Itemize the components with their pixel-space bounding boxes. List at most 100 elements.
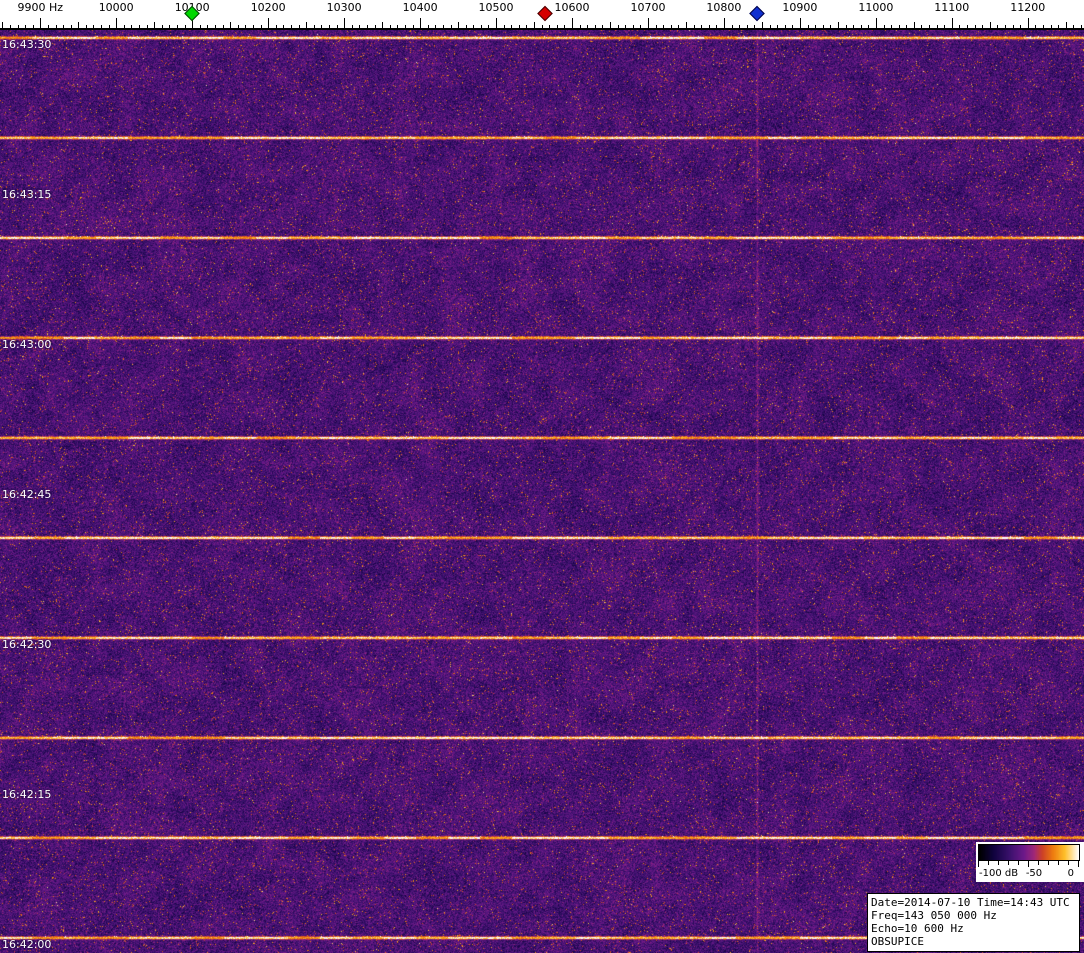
freq-tick — [321, 25, 323, 28]
colorbar-tick — [998, 861, 999, 865]
colorbar-ticks — [978, 861, 1080, 868]
freq-tick — [55, 25, 57, 28]
freq-tick — [1073, 25, 1075, 28]
freq-tick — [169, 25, 171, 28]
freq-tick — [731, 25, 733, 28]
freq-tick — [686, 22, 687, 28]
freq-tick-label: 10300 — [326, 1, 362, 14]
freq-tick — [245, 25, 247, 28]
freq-tick — [670, 25, 672, 28]
freq-tick — [351, 25, 353, 28]
freq-tick — [47, 25, 49, 28]
freq-tick — [473, 25, 475, 28]
freq-tick-label: 10500 — [478, 1, 514, 14]
waterfall-spectrogram[interactable] — [0, 30, 1084, 953]
freq-tick — [701, 25, 703, 28]
freq-tick — [450, 25, 452, 28]
freq-tick — [177, 25, 178, 28]
freq-tick — [85, 25, 87, 28]
freq-tick — [496, 18, 497, 28]
freq-tick-label: 10200 — [250, 1, 286, 14]
colorbar-tick — [1018, 861, 1019, 865]
freq-tick — [328, 25, 330, 28]
freq-tick — [761, 22, 763, 28]
freq-tick — [131, 25, 133, 28]
colorbar-labels: -100 dB -50 0 — [978, 868, 1082, 880]
freq-tick — [564, 25, 566, 28]
freq-tick — [154, 22, 156, 28]
freq-tick — [784, 25, 786, 28]
info-station-line: OBSUPICE — [871, 935, 924, 948]
freq-tick — [25, 25, 27, 28]
freq-tick — [792, 25, 794, 28]
freq-tick — [875, 18, 877, 28]
freq-tick — [435, 25, 437, 28]
freq-tick — [944, 25, 946, 28]
freq-tick — [534, 22, 535, 28]
colorbar-label-min: -100 dB — [979, 868, 1019, 879]
freq-tick — [268, 18, 270, 28]
freq-tick — [837, 22, 839, 28]
freq-tick — [222, 25, 224, 28]
marker-blue-diamond-icon[interactable] — [748, 5, 765, 22]
freq-tick — [518, 25, 520, 28]
colorbar-tick — [1038, 861, 1039, 865]
freq-tick — [906, 25, 908, 28]
freq-tick — [951, 18, 953, 28]
freq-tick — [116, 18, 118, 28]
freq-tick — [716, 25, 718, 28]
freq-tick — [382, 22, 384, 28]
info-echo-line: Echo=10 600 Hz — [871, 922, 964, 935]
freq-tick — [488, 25, 490, 28]
freq-tick — [723, 18, 725, 28]
freq-tick — [78, 22, 80, 28]
freq-tick — [815, 25, 817, 28]
colorbar-gradient — [978, 844, 1080, 861]
freq-tick — [769, 25, 771, 28]
freq-tick — [799, 18, 801, 28]
status-info-box: Date=2014-07-10 Time=14:43 UTC Freq=143 … — [867, 893, 1080, 952]
freq-tick — [549, 25, 551, 28]
freq-tick — [161, 25, 163, 28]
freq-tick — [359, 25, 361, 28]
freq-tick — [830, 25, 832, 28]
colorbar-tick — [988, 861, 989, 865]
freq-tick — [936, 25, 938, 28]
freq-tick — [587, 25, 589, 28]
info-date-line: Date=2014-07-10 Time=14:43 UTC — [871, 896, 1070, 909]
freq-tick — [503, 25, 505, 28]
freq-tick — [17, 25, 19, 28]
freq-tick — [572, 18, 573, 28]
freq-tick — [913, 22, 915, 28]
freq-tick — [959, 25, 961, 28]
freq-tick — [997, 25, 999, 28]
freq-tick — [617, 25, 619, 28]
freq-tick — [123, 25, 125, 28]
frequency-ruler[interactable]: 9900 Hz100001010010200103001040010500106… — [0, 0, 1084, 30]
freq-tick — [898, 25, 900, 28]
freq-tick — [526, 25, 528, 28]
freq-tick — [465, 25, 467, 28]
colorbar-tick — [1068, 861, 1069, 865]
freq-tick — [230, 22, 232, 28]
freq-tick — [108, 25, 110, 28]
freq-tick — [139, 25, 140, 28]
freq-tick — [1081, 25, 1082, 28]
freq-tick — [822, 25, 824, 28]
freq-tick — [215, 25, 216, 28]
freq-tick — [336, 25, 338, 28]
freq-tick-label: 9900 Hz — [17, 1, 64, 14]
freq-tick — [306, 22, 308, 28]
freq-tick — [678, 25, 680, 28]
freq-tick — [777, 25, 779, 28]
freq-tick — [420, 18, 422, 28]
freq-tick — [412, 25, 414, 28]
freq-tick — [625, 25, 627, 28]
freq-tick — [260, 25, 262, 28]
freq-tick — [298, 25, 300, 28]
freq-tick — [1020, 25, 1022, 28]
freq-tick — [101, 25, 102, 28]
freq-tick-label: 11200 — [1010, 1, 1046, 14]
freq-tick — [1058, 25, 1060, 28]
marker-red-diamond-icon[interactable] — [537, 5, 554, 22]
